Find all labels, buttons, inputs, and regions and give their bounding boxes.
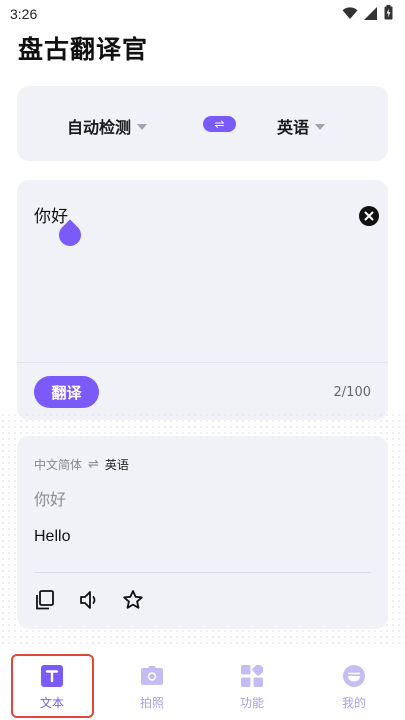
bottom-navigation: 文本 拍照 功能 我的 <box>0 648 405 720</box>
translated-text: Hello <box>34 528 71 545</box>
swap-languages-button[interactable]: ⇌ <box>203 116 236 132</box>
wifi-icon <box>342 5 358 24</box>
favorite-button[interactable] <box>121 588 145 612</box>
status-icons <box>342 4 393 24</box>
result-source-text: 你好 <box>34 490 67 509</box>
chevron-down-icon <box>315 124 326 130</box>
speaker-icon <box>80 591 96 609</box>
language-bar: 自动检测 ⇌ 英语 <box>17 86 388 161</box>
nav-tab-label: 功能 <box>239 696 264 710</box>
input-card: 你好 翻译 2/100 <box>17 180 388 420</box>
swap-icon: ⇌ <box>214 117 225 131</box>
source-text-input[interactable]: 你好 <box>34 202 68 227</box>
battery-icon <box>384 4 393 24</box>
copy-icon <box>36 590 54 610</box>
swap-icon: ⇌ <box>88 457 99 472</box>
nav-tab-profile[interactable]: 我的 <box>314 656 394 720</box>
result-card: 中文简体 ⇌ 英语 你好 Hello <box>17 436 388 629</box>
clear-input-button[interactable] <box>359 206 379 226</box>
close-icon <box>364 211 374 221</box>
nav-tab-label: 我的 <box>341 696 366 710</box>
copy-button[interactable] <box>33 588 57 612</box>
source-language-label: 自动检测 <box>67 118 132 137</box>
nav-tab-camera[interactable]: 拍照 <box>112 656 192 720</box>
source-language-select[interactable]: 自动检测 <box>67 114 148 138</box>
signal-icon <box>364 5 378 24</box>
apps-icon <box>240 664 264 688</box>
result-source-language: 中文简体 <box>34 458 83 472</box>
speak-button[interactable] <box>77 588 101 612</box>
target-language-select[interactable]: 英语 <box>277 114 326 138</box>
char-count: 2/100 <box>333 385 371 400</box>
result-actions <box>33 588 145 612</box>
result-languages: 中文简体 ⇌ 英语 <box>34 456 129 473</box>
input-divider <box>17 362 388 363</box>
chevron-down-icon <box>137 124 148 130</box>
nav-tab-features[interactable]: 功能 <box>212 656 292 720</box>
status-bar: 3:26 <box>0 0 405 28</box>
target-language-label: 英语 <box>277 118 310 137</box>
translate-button[interactable]: 翻译 <box>34 376 99 408</box>
status-time: 3:26 <box>10 6 38 22</box>
result-target-language: 英语 <box>104 458 129 472</box>
camera-icon <box>140 664 164 688</box>
nav-tab-text[interactable]: 文本 <box>12 656 92 720</box>
result-divider <box>34 572 371 573</box>
star-icon <box>123 590 143 609</box>
app-title: 盘古翻译官 <box>18 35 149 64</box>
nav-tab-label: 拍照 <box>139 696 164 710</box>
nav-tab-label: 文本 <box>39 696 64 710</box>
text-icon <box>40 664 64 688</box>
profile-icon <box>342 664 366 688</box>
